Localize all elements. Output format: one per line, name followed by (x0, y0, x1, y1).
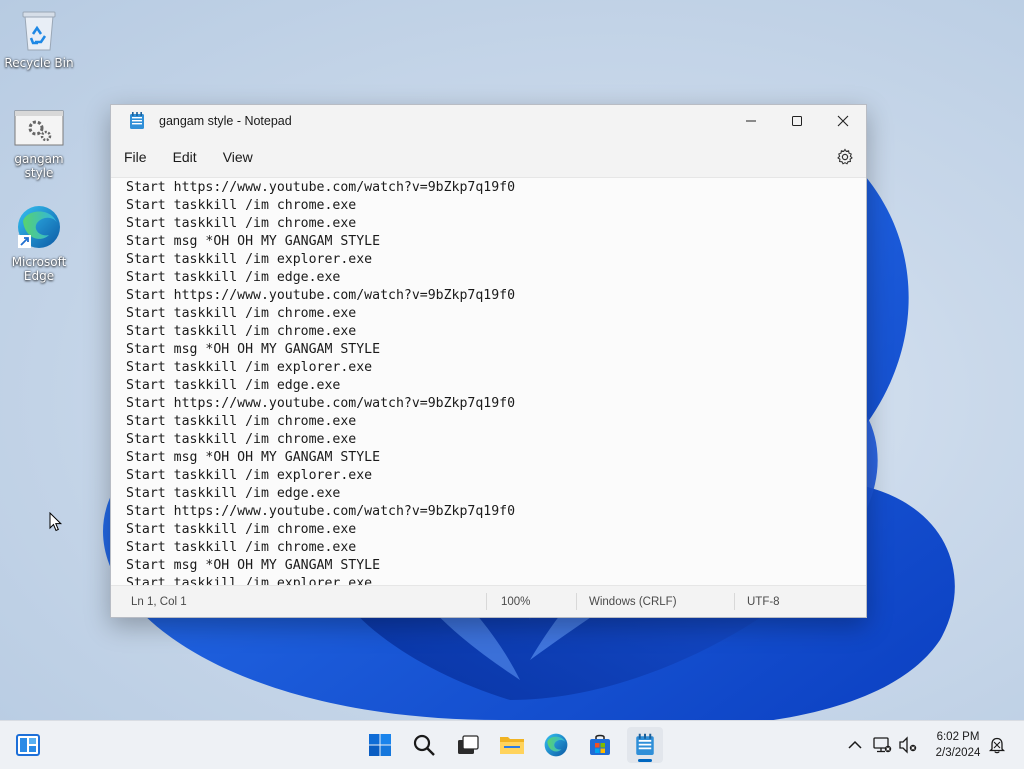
start-icon (369, 734, 391, 756)
close-button[interactable] (820, 105, 866, 137)
editor-line: Start taskkill /im edge.exe (126, 270, 341, 285)
active-app-indicator (638, 759, 652, 762)
start-button[interactable] (362, 727, 398, 763)
editor-line: Start taskkill /im explorer.exe (126, 360, 373, 375)
desktop-icon-microsoft-edge[interactable]: Microsoft Edge (0, 203, 79, 283)
widgets-button[interactable] (10, 727, 46, 763)
desktop-icon-label: gangam style (14, 152, 64, 180)
chevron-up-icon (848, 740, 862, 749)
task-view-icon (458, 735, 479, 754)
notification-icon (988, 737, 1006, 754)
store-icon (590, 734, 610, 755)
menu-file[interactable]: File (124, 145, 147, 169)
editor-line: Start taskkill /im edge.exe (126, 378, 341, 393)
file-explorer-button[interactable] (494, 727, 530, 763)
desktop-icon-label: Microsoft Edge (11, 255, 67, 283)
edge-button[interactable] (538, 727, 574, 763)
file-explorer-icon (500, 737, 524, 754)
notification-button[interactable] (987, 735, 1007, 755)
maximize-icon (792, 116, 802, 126)
editor-line: Start msg *OH OH MY GANGAM STYLE (126, 234, 381, 249)
minimize-button[interactable] (728, 105, 774, 137)
encoding: UTF-8 (734, 593, 780, 610)
editor-line: Start taskkill /im chrome.exe (126, 522, 357, 537)
notepad-taskbar-button[interactable] (627, 727, 663, 763)
clock[interactable]: 6:02 PM 2/3/2024 (923, 729, 993, 761)
store-button[interactable] (582, 727, 618, 763)
show-hidden-icons-button[interactable] (845, 735, 865, 755)
cursor-position: Ln 1, Col 1 (131, 595, 187, 608)
notepad-window[interactable]: gangam style - Notepad File Edit View St… (110, 104, 867, 618)
gear-icon[interactable] (836, 148, 854, 166)
edge-icon (18, 206, 60, 248)
notepad-icon (130, 112, 144, 129)
volume-button[interactable] (898, 735, 918, 755)
minimize-icon (746, 120, 756, 122)
editor-line: Start taskkill /im chrome.exe (126, 414, 357, 429)
widgets-icon (16, 734, 40, 756)
menu-bar: File Edit View (111, 137, 866, 177)
notepad-icon (636, 733, 654, 755)
editor-line: Start taskkill /im chrome.exe (126, 216, 357, 231)
editor-content: Start https://www.youtube.com/watch?v=9b… (111, 178, 866, 587)
editor-line: Start https://www.youtube.com/watch?v=9b… (126, 396, 516, 411)
editor-line: Start taskkill /im explorer.exe (126, 252, 373, 267)
status-bar: Ln 1, Col 1 100% Windows (CRLF) UTF-8 (111, 585, 866, 617)
zoom-level: 100% (486, 593, 576, 610)
recycle-bin-icon (22, 11, 56, 51)
menu-view[interactable]: View (223, 145, 253, 169)
editor-line: Start taskkill /im chrome.exe (126, 540, 357, 555)
editor-line: Start https://www.youtube.com/watch?v=9b… (126, 504, 516, 519)
close-icon (837, 115, 849, 127)
desktop: Recycle Bin gangam style Microsoft Edge … (0, 0, 1024, 720)
search-button[interactable] (406, 727, 442, 763)
maximize-button[interactable] (774, 105, 820, 137)
line-ending: Windows (CRLF) (576, 593, 734, 610)
task-view-button[interactable] (450, 727, 486, 763)
window-title: gangam style - Notepad (159, 114, 292, 128)
clock-time: 6:02 PM (936, 731, 980, 743)
editor-line: Start https://www.youtube.com/watch?v=9b… (126, 180, 516, 195)
editor-line: Start taskkill /im edge.exe (126, 486, 341, 501)
batch-file-icon (14, 110, 64, 146)
editor-line: Start taskkill /im chrome.exe (126, 198, 357, 213)
clock-date: 2/3/2024 (935, 747, 981, 759)
title-bar[interactable]: gangam style - Notepad (111, 105, 866, 137)
network-icon (873, 737, 892, 753)
network-button[interactable] (872, 735, 892, 755)
editor-line: Start taskkill /im chrome.exe (126, 324, 357, 339)
taskbar: 6:02 PM 2/3/2024 (0, 720, 1024, 769)
volume-muted-icon (899, 736, 917, 754)
edge-icon (544, 733, 568, 757)
desktop-icon-recycle-bin[interactable]: Recycle Bin (0, 8, 79, 70)
desktop-icon-label: Recycle Bin (4, 56, 74, 70)
search-icon (413, 734, 435, 756)
editor-line: Start msg *OH OH MY GANGAM STYLE (126, 342, 381, 357)
editor-line: Start msg *OH OH MY GANGAM STYLE (126, 450, 381, 465)
menu-edit[interactable]: Edit (173, 145, 197, 169)
editor-line: Start msg *OH OH MY GANGAM STYLE (126, 558, 381, 573)
editor-line: Start https://www.youtube.com/watch?v=9b… (126, 288, 516, 303)
editor-line: Start taskkill /im explorer.exe (126, 468, 373, 483)
text-editor[interactable]: Start https://www.youtube.com/watch?v=9b… (111, 177, 866, 587)
editor-line: Start taskkill /im chrome.exe (126, 432, 357, 447)
desktop-icon-gangam-style[interactable]: gangam style (0, 110, 79, 180)
mouse-cursor-icon (49, 512, 63, 532)
editor-line: Start taskkill /im chrome.exe (126, 306, 357, 321)
